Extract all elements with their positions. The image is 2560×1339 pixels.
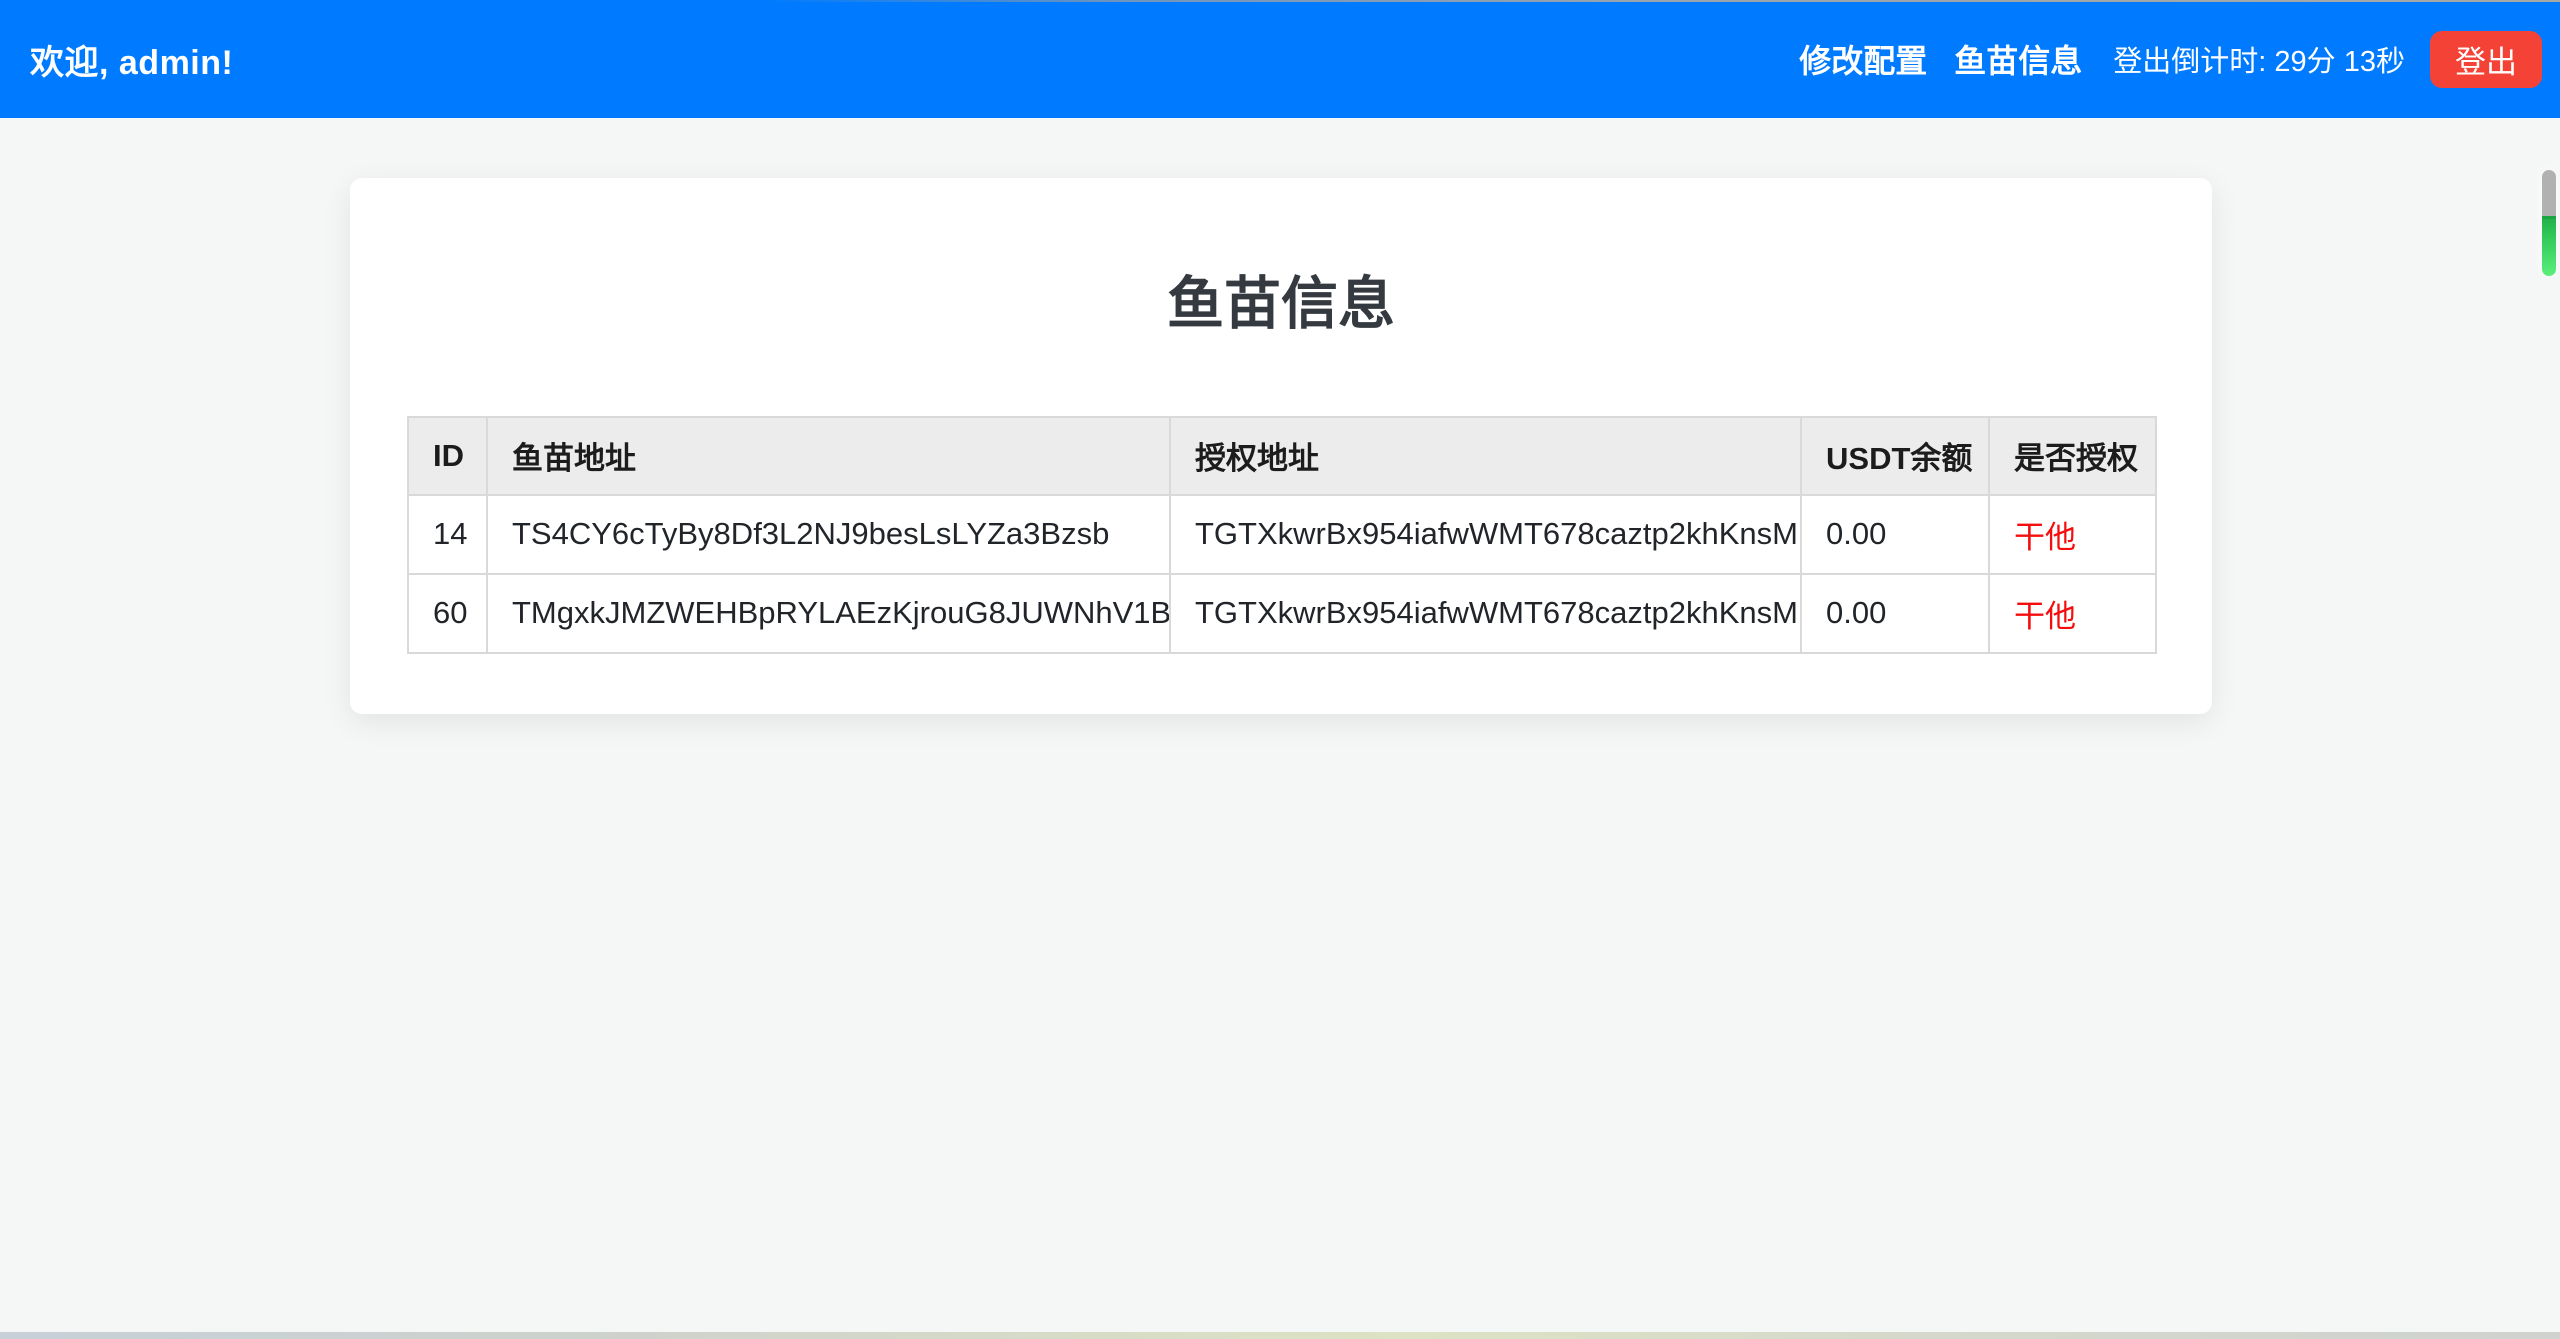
header-id: ID [408, 417, 487, 495]
cell-auth-address: TGTXkwrBx954iafwWMT678caztp2khKnsM [1170, 495, 1801, 574]
nav-link-fry-info[interactable]: 鱼苗信息 [1954, 36, 2082, 82]
cell-action: 干他 [1989, 574, 2156, 653]
cell-fry-address: TS4CY6cTyBy8Df3L2NJ9besLsLYZa3Bzsb [487, 495, 1170, 574]
cell-action: 干他 [1989, 495, 2156, 574]
window-bottom-edge [0, 1332, 2560, 1339]
fry-table: ID 鱼苗地址 授权地址 USDT余额 是否授权 14 TS4CY6cTyBy8… [407, 416, 2157, 654]
header-fry-address: 鱼苗地址 [487, 417, 1170, 495]
cell-usdt-balance: 0.00 [1801, 495, 1989, 574]
table-header-row: ID 鱼苗地址 授权地址 USDT余额 是否授权 [408, 417, 2156, 495]
logout-countdown: 登出倒计时: 29分 13秒 [2113, 38, 2405, 80]
scrollbar-thumb[interactable] [2542, 170, 2556, 276]
fry-info-card: 鱼苗信息 ID 鱼苗地址 授权地址 USDT余额 是否授权 [350, 178, 2212, 714]
navbar: 欢迎, admin! 修改配置 鱼苗信息 登出倒计时: 29分 13秒 登出 [0, 0, 2560, 118]
header-auth-address: 授权地址 [1170, 417, 1801, 495]
action-link[interactable]: 干他 [2014, 520, 2076, 555]
cell-fry-address: TMgxkJMZWEHBpRYLAEzKjrouG8JUWNhV1B [487, 574, 1170, 653]
cell-auth-address: TGTXkwrBx954iafwWMT678caztp2khKnsM [1170, 574, 1801, 653]
table-row: 14 TS4CY6cTyBy8Df3L2NJ9besLsLYZa3Bzsb TG… [408, 495, 2156, 574]
navbar-right-group: 修改配置 鱼苗信息 登出倒计时: 29分 13秒 登出 [1799, 31, 2542, 88]
scrollbar-thumb-green [2542, 216, 2556, 276]
page-title: 鱼苗信息 [350, 178, 2212, 338]
nav-link-modify-config[interactable]: 修改配置 [1799, 36, 1927, 82]
cell-id: 14 [408, 495, 487, 574]
cell-usdt-balance: 0.00 [1801, 574, 1989, 653]
welcome-text: 欢迎, admin! [30, 35, 233, 84]
scrollbar-thumb-gray [2542, 170, 2556, 216]
logout-countdown-label: 登出倒计时: [2113, 46, 2266, 78]
logout-button[interactable]: 登出 [2430, 31, 2542, 88]
header-usdt-balance: USDT余额 [1801, 417, 1989, 495]
action-link[interactable]: 干他 [2014, 599, 2076, 634]
cell-id: 60 [408, 574, 487, 653]
fry-table-container: ID 鱼苗地址 授权地址 USDT余额 是否授权 14 TS4CY6cTyBy8… [407, 416, 2154, 654]
logout-countdown-value: 29分 13秒 [2274, 46, 2405, 78]
header-is-authorized: 是否授权 [1989, 417, 2156, 495]
table-row: 60 TMgxkJMZWEHBpRYLAEzKjrouG8JUWNhV1B TG… [408, 574, 2156, 653]
